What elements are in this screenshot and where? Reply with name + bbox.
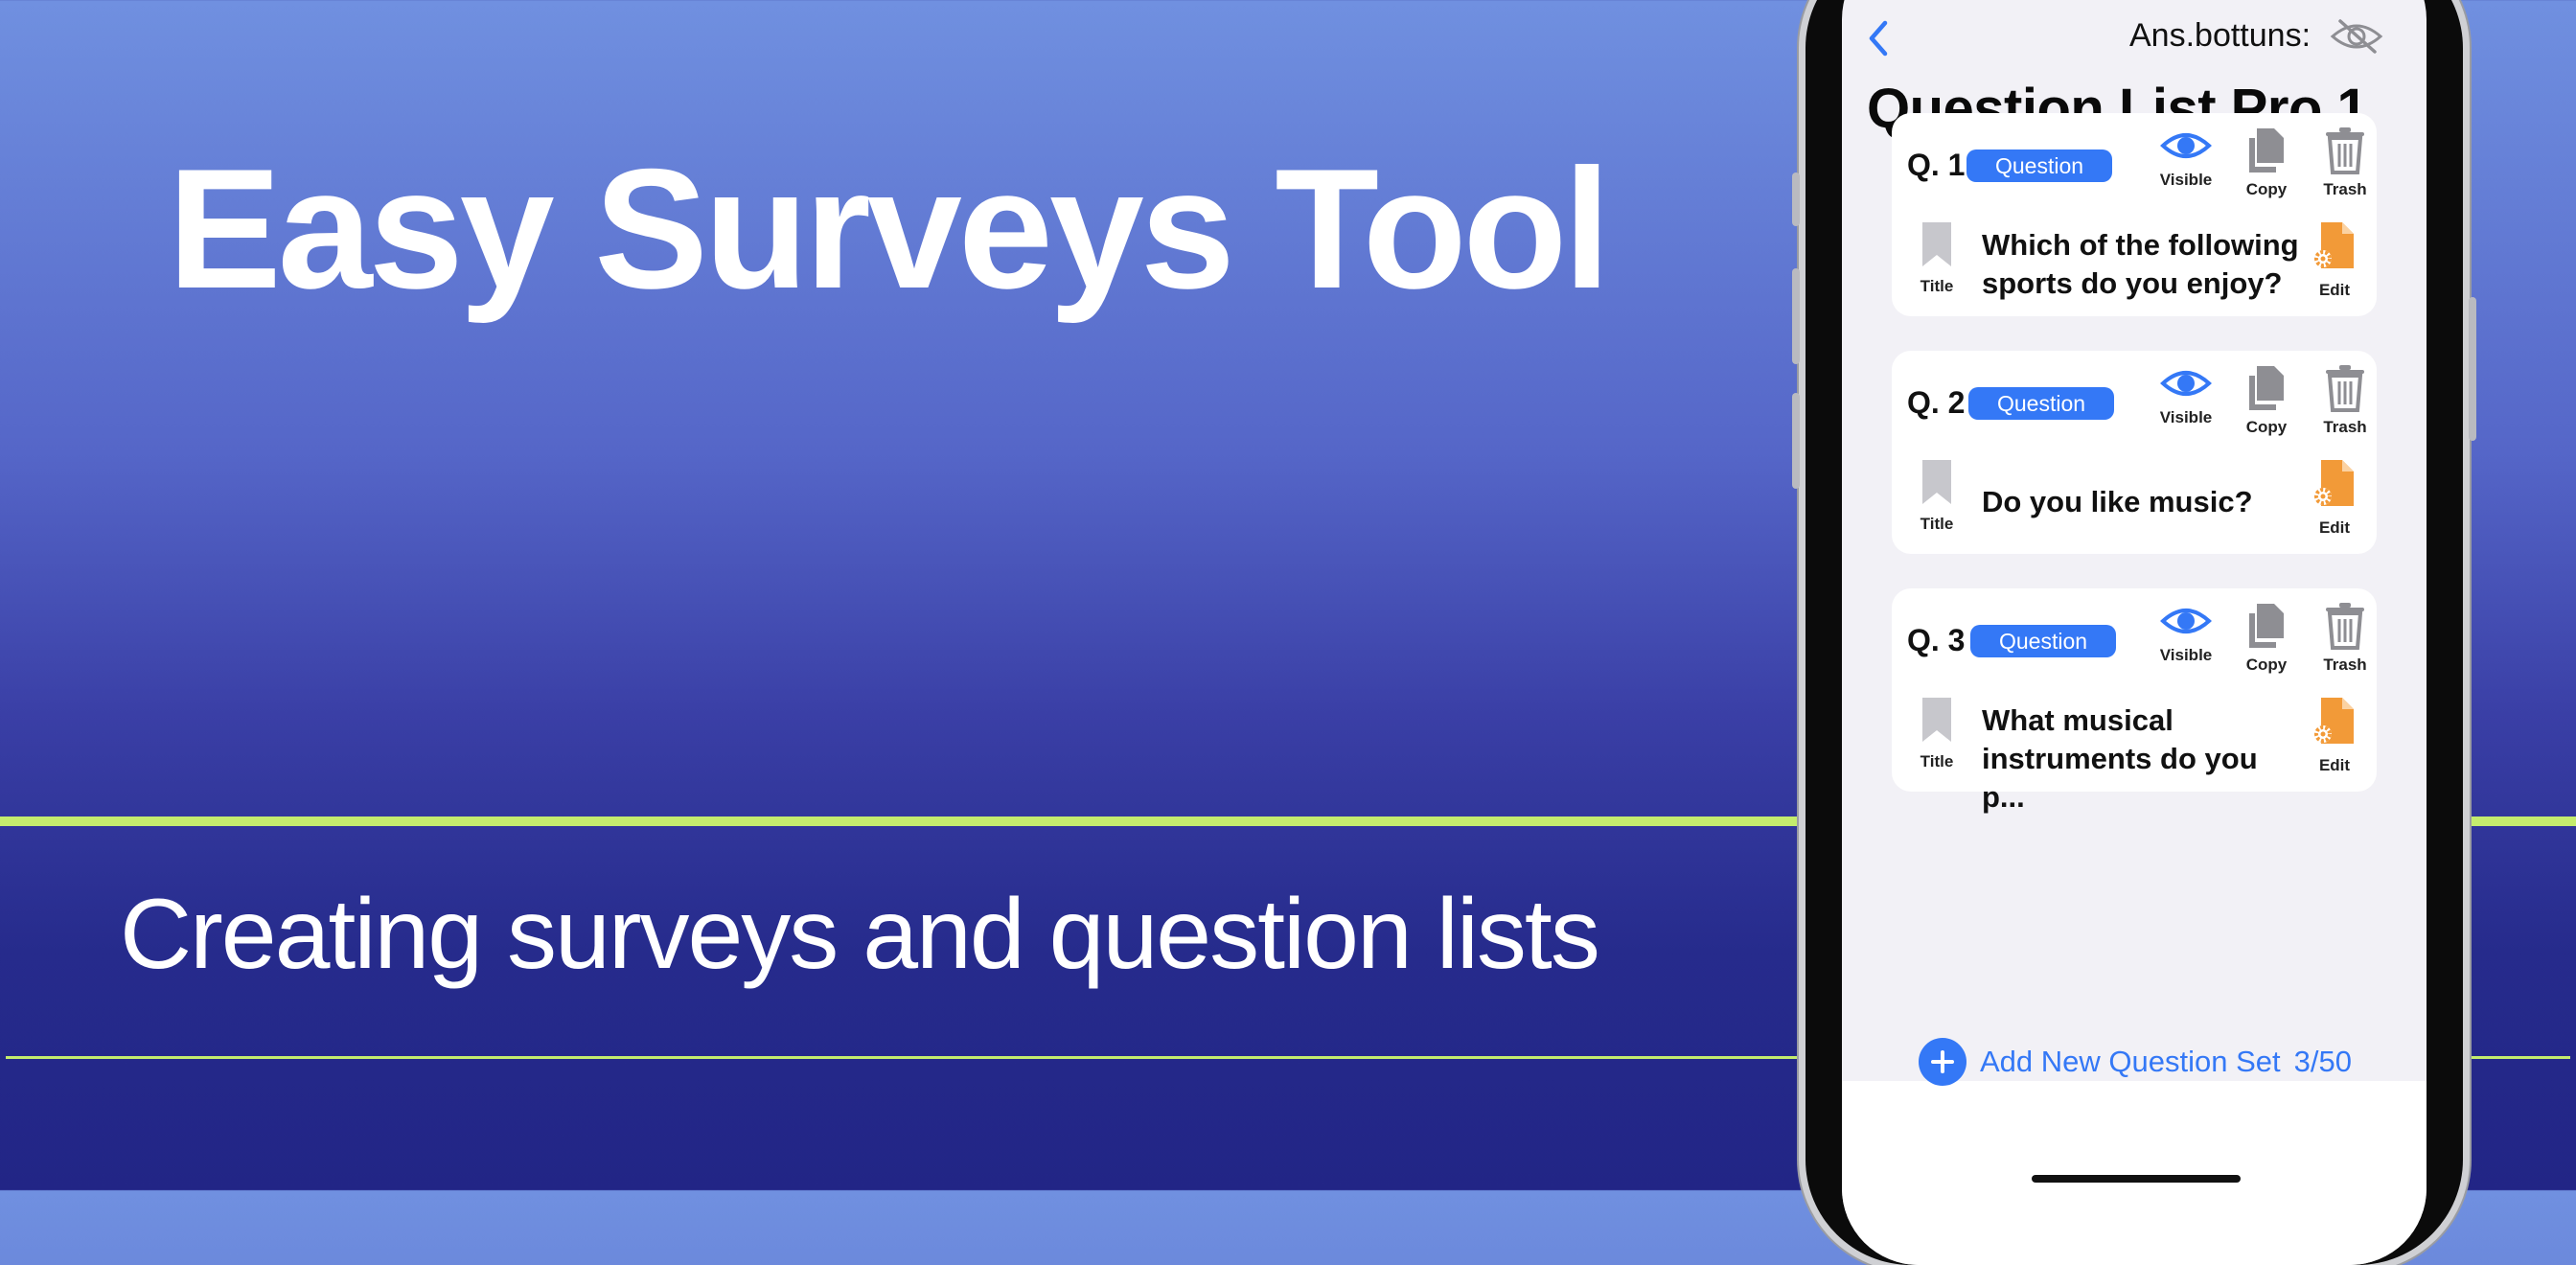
- answer-buttons-toggle[interactable]: [2329, 17, 2384, 56]
- visible-label: Visible: [2159, 646, 2213, 664]
- visible-button[interactable]: Visible: [2152, 126, 2220, 190]
- trash-label: Trash: [2323, 418, 2367, 436]
- copy-label: Copy: [2245, 418, 2288, 436]
- copy-button[interactable]: Copy: [2233, 364, 2300, 437]
- trash-icon: [2326, 365, 2364, 412]
- title-label: Title: [1920, 752, 1954, 770]
- phone-frame: Ans.bottuns: Question List Pro.1 Q. 1 Qu…: [1792, 0, 2476, 1265]
- add-question-set-button[interactable]: Add New Question Set 3/50: [1919, 1038, 2352, 1086]
- copy-label: Copy: [2245, 656, 2288, 674]
- back-button[interactable]: [1855, 15, 1901, 61]
- copy-icon: [2249, 604, 2284, 648]
- trash-label: Trash: [2323, 656, 2367, 674]
- visible-button[interactable]: Visible: [2152, 602, 2220, 665]
- doc-gear-icon: [2314, 460, 2354, 506]
- edit-label: Edit: [2318, 756, 2351, 774]
- question-type-badge[interactable]: Question: [1968, 387, 2115, 420]
- doc-gear-icon: [2314, 698, 2354, 744]
- question-number: Q. 3: [1907, 623, 1966, 657]
- edit-button[interactable]: Edit: [2304, 696, 2365, 775]
- question-type-badge[interactable]: Question: [1966, 150, 2113, 182]
- eye-icon: [2160, 133, 2212, 158]
- phone-volume-up: [1792, 268, 1800, 364]
- question-card: Q. 3 Question Visible Copy Trash Title W…: [1892, 588, 2379, 814]
- bookmark-icon: [1922, 222, 1951, 266]
- eye-icon: [2160, 371, 2212, 396]
- doc-gear-icon: [2314, 222, 2354, 268]
- copy-icon: [2249, 366, 2284, 410]
- bookmark-icon: [1922, 460, 1951, 504]
- home-indicator[interactable]: [2032, 1175, 2241, 1183]
- question-type-badge[interactable]: Question: [1970, 625, 2117, 657]
- trash-label: Trash: [2323, 180, 2367, 198]
- question-card: Q. 2 Question Visible Copy Trash Title D…: [1892, 351, 2377, 554]
- bookmark-icon: [1922, 698, 1951, 742]
- answer-buttons-label: Ans.bottuns:: [2129, 17, 2312, 54]
- question-text: Do you like music?: [1982, 485, 2253, 518]
- trash-button[interactable]: Trash: [2312, 602, 2379, 675]
- plus-circle-icon: [1919, 1038, 1966, 1086]
- question-number: Q. 1: [1907, 148, 1966, 182]
- copy-icon: [2249, 128, 2284, 172]
- title-button[interactable]: Title: [1913, 696, 1961, 771]
- edit-button[interactable]: Edit: [2304, 458, 2365, 538]
- question-text: What musical instruments do you p...: [1982, 703, 2258, 814]
- chevron-left-icon: [1869, 20, 1888, 57]
- app-screen: Ans.bottuns: Question List Pro.1 Q. 1 Qu…: [1842, 0, 2426, 1265]
- question-text: Which of the following sports do you enj…: [1982, 228, 2299, 300]
- eye-icon: [2160, 609, 2212, 633]
- edit-button[interactable]: Edit: [2304, 220, 2365, 300]
- copy-label: Copy: [2245, 180, 2288, 198]
- visible-label: Visible: [2159, 171, 2213, 189]
- copy-button[interactable]: Copy: [2233, 602, 2300, 675]
- hero-title: Easy Surveys Tool: [168, 133, 1611, 324]
- title-button[interactable]: Title: [1913, 458, 1961, 534]
- add-question-set-label: Add New Question Set: [1980, 1045, 2281, 1078]
- trash-button[interactable]: Trash: [2312, 364, 2379, 437]
- visible-button[interactable]: Visible: [2152, 364, 2220, 427]
- phone-power-button: [2469, 297, 2476, 441]
- eye-slash-icon: [2330, 19, 2383, 54]
- question-set-count: 3/50: [2293, 1045, 2352, 1078]
- trash-button[interactable]: Trash: [2312, 126, 2379, 199]
- phone-side-button: [1792, 172, 1800, 226]
- title-label: Title: [1920, 515, 1954, 533]
- bottom-toolbar: [1842, 1081, 2426, 1265]
- edit-label: Edit: [2318, 518, 2351, 537]
- trash-icon: [2326, 603, 2364, 650]
- copy-button[interactable]: Copy: [2233, 126, 2300, 199]
- title-button[interactable]: Title: [1913, 220, 1961, 296]
- phone-volume-down: [1792, 393, 1800, 489]
- hero-subtitle: Creating surveys and question lists: [120, 879, 1600, 990]
- edit-label: Edit: [2318, 281, 2351, 299]
- visible-label: Visible: [2159, 408, 2213, 426]
- title-label: Title: [1920, 277, 1954, 295]
- trash-icon: [2326, 127, 2364, 174]
- question-card: Q. 1 Question Visible Copy Trash Title W…: [1892, 113, 2377, 316]
- question-number: Q. 2: [1907, 385, 1966, 420]
